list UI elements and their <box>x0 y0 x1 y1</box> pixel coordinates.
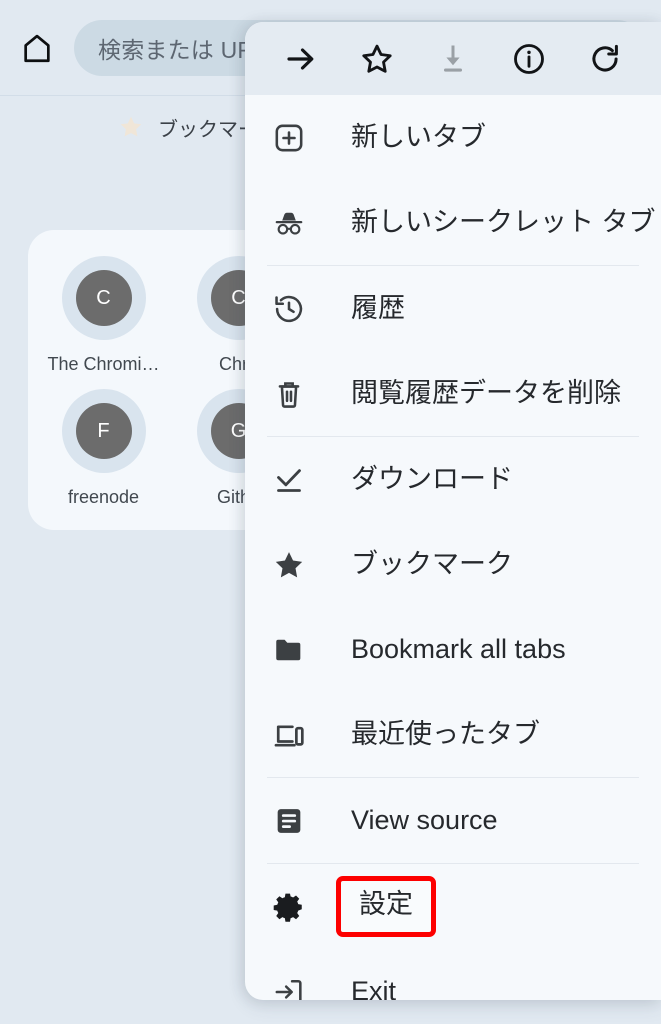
shortcut-label: The Chromi… <box>47 354 160 374</box>
star-icon <box>118 114 144 140</box>
menu-item-label: 設定 <box>336 876 436 937</box>
menu-item-settings[interactable]: 設定 <box>245 864 661 949</box>
reload-icon <box>587 41 623 77</box>
delete-browsing-icon <box>272 377 324 411</box>
menu-item-history[interactable]: 履歴 <box>245 266 661 351</box>
menu-item-clear-browsing-data[interactable]: 閲覧履歴データを削除 <box>245 351 661 436</box>
menu-item-new-tab[interactable]: 新しいタブ <box>245 95 661 180</box>
reload-button[interactable] <box>567 22 643 95</box>
omnibox-text: 検索または URL <box>98 36 268 63</box>
menu-item-view-source[interactable]: View source <box>245 778 661 863</box>
menu-item-label: 新しいシークレット タブ <box>351 207 656 237</box>
shortcut-avatar: C <box>61 256 146 340</box>
menu-item-label: Exit <box>351 976 397 1001</box>
app-menu-icon-row <box>245 22 661 95</box>
menu-item-label: View source <box>351 805 498 835</box>
home-icon <box>20 31 54 65</box>
bookmarks-star-icon <box>272 548 324 582</box>
forward-button[interactable] <box>263 22 339 95</box>
menu-item-exit[interactable]: Exit <box>245 949 661 1000</box>
menu-item-label: ブックマーク <box>351 549 513 579</box>
menu-item-label: 最近使ったタブ <box>351 719 540 749</box>
downloads-icon <box>272 463 324 497</box>
menu-item-new-incognito-tab[interactable]: 新しいシークレット タブ <box>245 180 661 265</box>
shortcut-tile[interactable]: C The Chromi… <box>36 256 171 375</box>
new-tab-icon <box>272 121 324 155</box>
exit-icon <box>272 975 324 1000</box>
download-button <box>415 22 491 95</box>
bookmark-star-icon <box>359 41 395 77</box>
menu-item-label: 新しいタブ <box>351 122 486 152</box>
forward-icon <box>283 41 319 77</box>
app-menu-popup: 新しいタブ 新しいシークレット タブ 履歴 閲覧履歴データを削除 ダウンロード … <box>245 22 661 1000</box>
shortcut-initial: C <box>75 270 132 326</box>
home-button[interactable] <box>0 31 74 65</box>
page-info-button[interactable] <box>491 22 567 95</box>
recent-tabs-icon <box>272 718 324 752</box>
shortcut-initial: F <box>75 403 132 459</box>
view-source-icon <box>272 804 324 838</box>
menu-item-recent-tabs[interactable]: 最近使ったタブ <box>245 692 661 777</box>
menu-item-bookmark-all-tabs[interactable]: Bookmark all tabs <box>245 607 661 692</box>
shortcut-avatar: F <box>61 389 146 473</box>
menu-item-bookmarks[interactable]: ブックマーク <box>245 522 661 607</box>
page-info-icon <box>511 41 547 77</box>
shortcut-label: freenode <box>67 487 140 507</box>
history-icon <box>272 292 324 326</box>
incognito-icon <box>272 206 324 240</box>
folder-icon <box>272 633 324 667</box>
menu-item-label: 閲覧履歴データを削除 <box>351 378 621 408</box>
download-icon <box>435 41 471 77</box>
menu-item-label: Bookmark all tabs <box>351 634 566 664</box>
menu-item-downloads[interactable]: ダウンロード <box>245 437 661 522</box>
settings-gear-icon <box>272 890 324 924</box>
menu-item-label: 履歴 <box>351 293 405 323</box>
menu-item-label: ダウンロード <box>351 464 513 494</box>
shortcut-tile[interactable]: F freenode <box>36 389 171 508</box>
bookmark-star-button[interactable] <box>339 22 415 95</box>
